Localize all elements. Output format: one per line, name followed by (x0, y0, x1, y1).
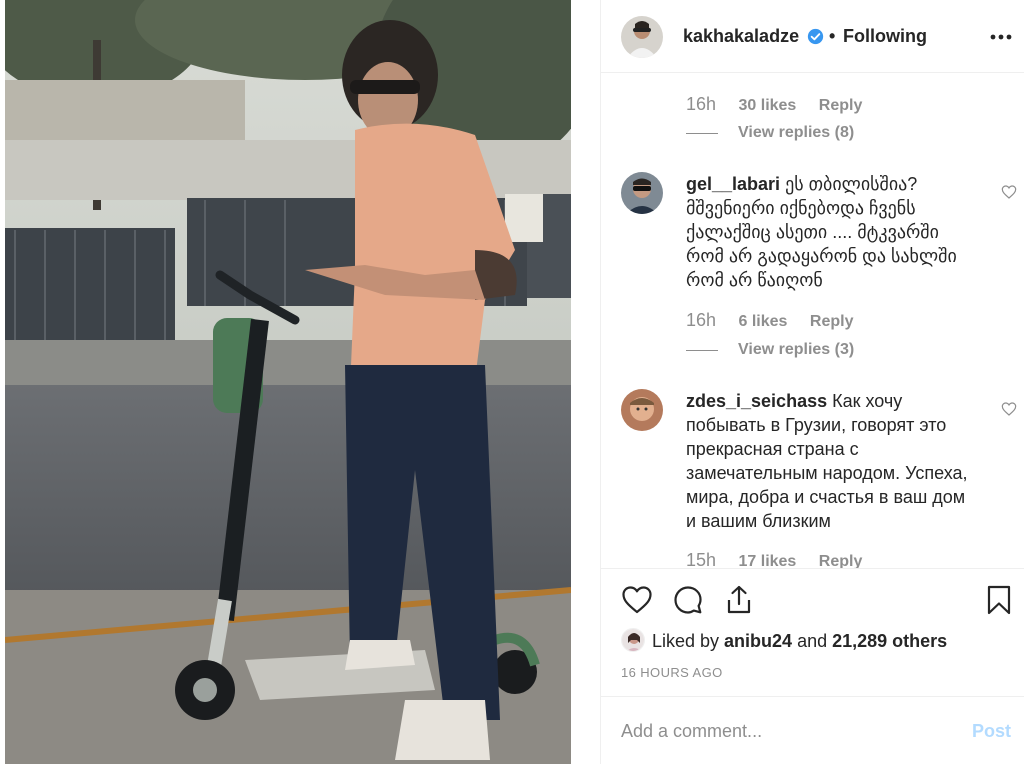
comment-likes[interactable]: 6 likes (739, 313, 788, 330)
share-icon[interactable] (723, 584, 755, 616)
commenter-username-link[interactable]: gel__labari (686, 174, 780, 194)
commenter-username-link[interactable]: zdes_i_seichass (686, 391, 827, 411)
comment-meta: 16h 30 likes Reply (686, 94, 880, 115)
liked-by-others-link[interactable]: 21,289 others (832, 631, 947, 651)
verified-badge-icon (807, 28, 824, 45)
liked-by-text: Liked by anibu24 and 21,289 others (652, 631, 947, 652)
commenter-avatar[interactable] (621, 172, 663, 214)
replies-line (686, 350, 718, 351)
liker-avatar-image (622, 629, 644, 651)
liked-by-user-link[interactable]: anibu24 (724, 631, 792, 651)
liked-by-prefix: Liked by (652, 631, 725, 651)
add-comment-input[interactable] (621, 714, 951, 748)
comment-bubble-icon[interactable] (672, 584, 704, 616)
reply-button[interactable]: Reply (810, 313, 854, 330)
post-comment-button[interactable]: Post (972, 721, 1011, 742)
comment-likes[interactable]: 17 likes (739, 553, 797, 568)
reply-button[interactable]: Reply (819, 553, 863, 568)
like-comment-heart-icon[interactable] (1001, 401, 1017, 417)
instagram-post: kakhakaladze • Following 16h 30 likes Re… (0, 0, 1024, 764)
post-header: kakhakaladze • Following (601, 0, 1024, 73)
add-comment-form: Post (601, 696, 1024, 764)
author-avatar-image (621, 16, 663, 58)
author-username-link[interactable]: kakhakaladze (683, 26, 799, 47)
comment-meta: 15h 17 likes Reply (686, 550, 880, 568)
like-heart-icon[interactable] (621, 584, 653, 616)
replies-line (686, 133, 718, 134)
liker-avatar[interactable] (621, 628, 645, 652)
commenter-avatar-image (621, 389, 663, 431)
view-replies-button[interactable]: View replies (8) (738, 124, 854, 142)
header-separator: • (829, 26, 836, 46)
reply-button[interactable]: Reply (819, 97, 863, 114)
liked-by-middle: and (792, 631, 833, 651)
photo-image (5, 0, 571, 764)
author-avatar[interactable] (621, 16, 663, 58)
comment-meta: 16h 6 likes Reply (686, 310, 871, 331)
view-replies-button[interactable]: View replies (3) (738, 341, 854, 359)
commenter-avatar-image (621, 172, 663, 214)
comment-text: zdes_i_seichass Как хочу побывать в Груз… (686, 389, 976, 533)
following-button[interactable]: Following (843, 26, 927, 47)
comments-section[interactable]: 16h 30 likes Reply View replies (8) gel_… (601, 74, 1024, 568)
comment-body: Как хочу побывать в Грузии, говорят это … (686, 391, 968, 531)
post-photo[interactable] (0, 0, 600, 764)
comment-time: 16h (686, 310, 717, 330)
commenter-avatar[interactable] (621, 389, 663, 431)
post-sidebar: kakhakaladze • Following 16h 30 likes Re… (600, 0, 1024, 764)
comment-time: 15h (686, 550, 717, 568)
comment-time: 16h (686, 94, 717, 114)
like-comment-heart-icon[interactable] (1001, 184, 1017, 200)
more-options-icon[interactable] (989, 27, 1013, 47)
comment-likes[interactable]: 30 likes (739, 97, 797, 114)
post-timestamp[interactable]: 16 HOURS AGO (621, 665, 723, 680)
comment-text: gel__labari ეს თბილისშია? მშვენიერი იქნე… (686, 172, 976, 292)
post-actions: Liked by anibu24 and 21,289 others 16 HO… (601, 568, 1024, 764)
save-bookmark-icon[interactable] (983, 584, 1015, 616)
